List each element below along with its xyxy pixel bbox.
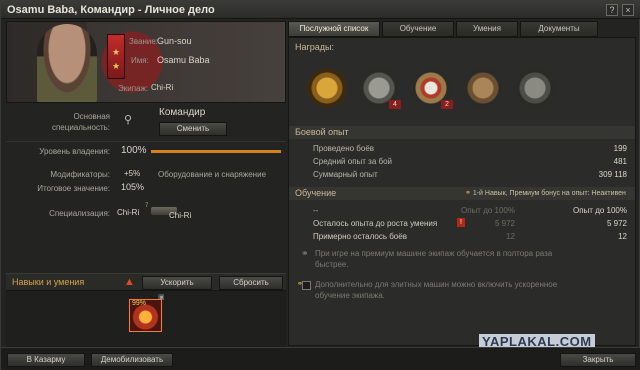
- bonus-status: ⚭ 1-й Навык, Премиум бонус на опыт: Неак…: [465, 190, 626, 197]
- crew-label: Экипаж:: [118, 84, 149, 93]
- modifiers-label: Модификаторы:: [50, 170, 110, 179]
- bottom-bar: В Казарму Демобилизовать Закрыть: [1, 347, 640, 370]
- name-label: Имя:: [131, 56, 149, 65]
- barracks-button[interactable]: В Казарму: [7, 353, 85, 367]
- tank-name: Chi-Ri: [169, 211, 192, 220]
- battles-remaining-label: Примерно осталось боёв: [313, 232, 407, 241]
- modifiers-value: +5%: [124, 169, 141, 178]
- window-title: Osamu Baba, Командир - Личное дело: [7, 4, 215, 16]
- training-title: Обучение: [295, 188, 337, 198]
- battles-remaining-left: 12: [506, 232, 515, 241]
- specialty-label: Основная специальность:: [51, 112, 110, 132]
- close-button[interactable]: Закрыть: [560, 353, 636, 367]
- combat-title: Боевой опыт: [295, 127, 349, 137]
- tab-bar: Послужной список Обучение Умения Докумен…: [288, 21, 636, 37]
- battles-remaining-right: 12: [618, 232, 627, 241]
- battles-label: Проведено боёв: [313, 144, 375, 153]
- total-exp-label: Суммарный опыт: [313, 170, 378, 179]
- avg-exp-value: 481: [613, 157, 627, 166]
- awards-title: Награды:: [295, 42, 335, 52]
- premium-bonus-icon: ⚭: [465, 190, 473, 197]
- battles-value: 199: [613, 144, 627, 153]
- tankman-portrait: [37, 24, 97, 102]
- elite-icon: ⚭: [297, 281, 303, 288]
- avg-exp-label: Средний опыт за бой: [313, 157, 393, 166]
- service-record-content: Награды: 4 2 Боевой опыт Проведено боёв …: [288, 37, 636, 346]
- tank-level: 7: [145, 203, 149, 209]
- medal-gun-icon[interactable]: [515, 68, 555, 108]
- crew-value: Chi-Ri: [151, 83, 174, 92]
- tab-service-record[interactable]: Послужной список: [288, 21, 380, 37]
- accelerated-training-checkbox[interactable]: [302, 281, 311, 290]
- tab-skills[interactable]: Умения: [456, 21, 518, 37]
- premium-info-icon: ⚭: [301, 248, 309, 258]
- reset-button[interactable]: Сбросить: [219, 276, 283, 290]
- medal-count-badge: 2: [441, 100, 453, 109]
- mastery-progress-bar: [151, 150, 281, 153]
- name-value: Osamu Baba: [157, 55, 210, 65]
- exp-remaining-left: 5 972: [494, 219, 515, 228]
- mastery-label: Уровень владения:: [39, 147, 110, 156]
- total-exp-value: 309 118: [598, 170, 627, 179]
- rank-label: Звание:: [129, 37, 158, 46]
- demobilize-button[interactable]: Демобилизовать: [91, 353, 173, 367]
- rank-value: Gun-sou: [157, 36, 192, 46]
- divider: [6, 141, 286, 142]
- help-icon[interactable]: ?: [606, 4, 618, 16]
- shield-alert-icon: !: [457, 218, 465, 227]
- skill-lock-icon: ▣: [158, 294, 165, 301]
- specialization-label: Специализация:: [49, 209, 110, 218]
- personal-file-window: Osamu Baba, Командир - Личное дело ? × ★…: [0, 0, 640, 370]
- medal-count-badge: 4: [389, 100, 401, 109]
- exp-remaining-label: Осталось опыта до роста умения: [313, 219, 438, 228]
- accelerate-button[interactable]: Ускорить: [142, 276, 212, 290]
- modifiers-desc: Оборудование и снаряжение: [158, 170, 267, 179]
- exp-to-100-right-head: Опыт до 100%: [573, 206, 627, 215]
- training-dash: --: [313, 206, 319, 215]
- specialization-value: Chi-Ri: [117, 208, 140, 217]
- tankman-info-panel: ★ ★ Звание: Gun-sou Имя: Osamu Baba Экип…: [6, 21, 286, 363]
- specialty-value: Командир: [159, 107, 206, 118]
- tab-training[interactable]: Обучение: [382, 21, 454, 37]
- change-specialty-button[interactable]: Сменить: [159, 122, 227, 136]
- exp-remaining-right: 5 972: [606, 219, 627, 228]
- close-icon[interactable]: ×: [622, 4, 634, 16]
- elite-note: Дополнительно для элитных машин можно вк…: [315, 280, 558, 300]
- mastery-value: 100%: [121, 145, 147, 156]
- tankman-hero: ★ ★ Звание: Gun-sou Имя: Osamu Baba Экип…: [6, 21, 286, 103]
- tank-medal-gold-icon[interactable]: [307, 68, 347, 108]
- title-bar[interactable]: Osamu Baba, Командир - Личное дело ? ×: [1, 1, 640, 19]
- total-value: 105%: [121, 182, 145, 192]
- exp-to-100-left-head: Опыт до 100%: [461, 206, 515, 215]
- record-panel: Послужной список Обучение Умения Докумен…: [288, 21, 636, 346]
- skills-title: Навыки и умения: [12, 277, 85, 287]
- medal-bronze-tank-icon[interactable]: [463, 68, 503, 108]
- combat-section-header: Боевой опыт: [289, 126, 635, 139]
- skill-percent: 99%: [132, 300, 147, 307]
- premium-note: При игре на премиум машине экипаж обучае…: [315, 249, 553, 269]
- binoculars-icon: ⚲: [124, 114, 133, 126]
- total-label: Итоговое значение:: [37, 184, 110, 193]
- warning-icon: ▲: [124, 276, 135, 288]
- tab-documents[interactable]: Документы: [520, 21, 598, 37]
- rank-insignia-icon: ★ ★: [107, 34, 125, 79]
